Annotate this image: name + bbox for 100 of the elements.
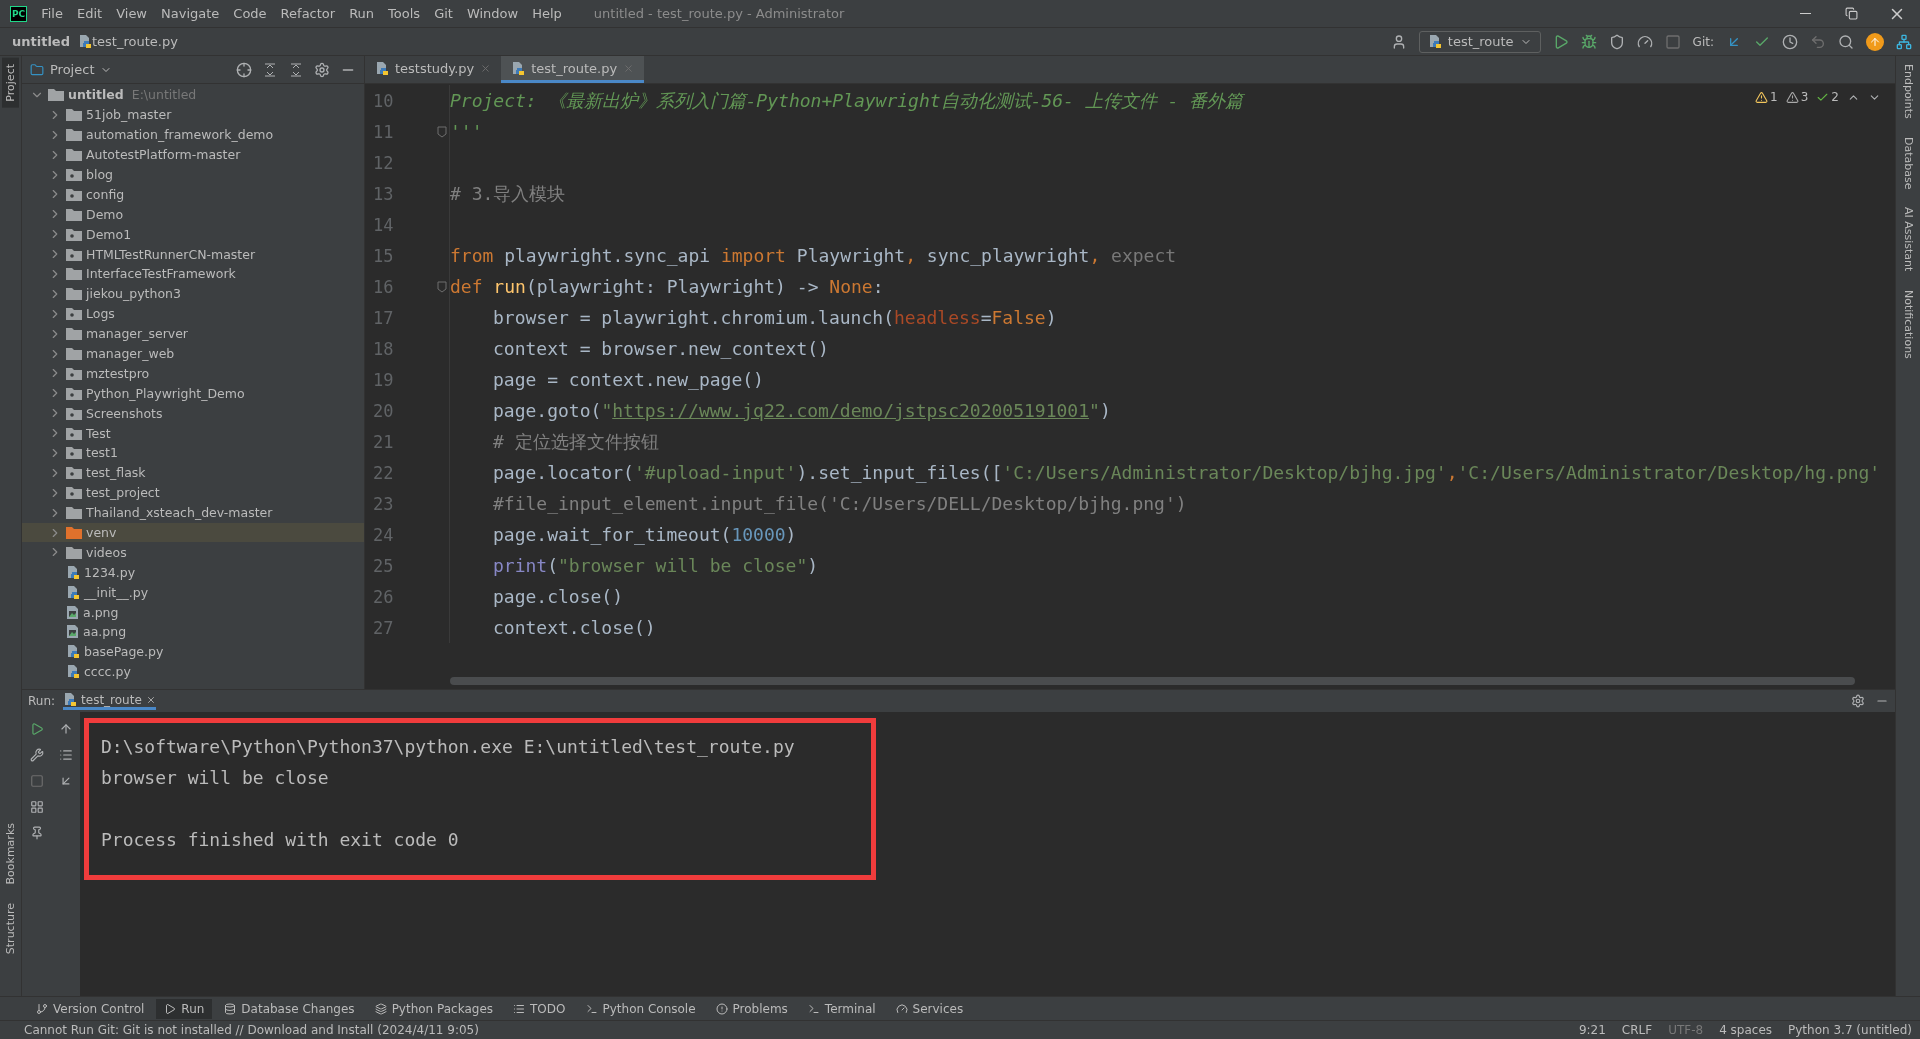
menu-item[interactable]: View — [116, 6, 147, 21]
menu-item[interactable]: Git — [434, 6, 453, 21]
scroll-up-icon[interactable] — [58, 722, 73, 736]
tool-window-tab[interactable]: TODO — [505, 998, 574, 1019]
tool-window-tab[interactable]: AI Assistant — [1899, 201, 1917, 278]
status-item[interactable]: 4 spaces — [1719, 1023, 1773, 1037]
stop-icon[interactable] — [1664, 33, 1681, 50]
menu-item[interactable]: Refactor — [280, 6, 336, 21]
tree-item[interactable]: test_flask — [22, 462, 364, 483]
tree-item[interactable]: Logs — [22, 303, 364, 324]
tree-item[interactable]: venv — [22, 522, 364, 543]
tool-window-tab[interactable]: Python Packages — [366, 998, 502, 1019]
inspection-count[interactable]: 3 — [1800, 90, 1809, 104]
wrench-icon[interactable] — [29, 748, 44, 762]
tree-item[interactable]: test1 — [22, 443, 364, 463]
tool-window-tab[interactable]: Version Control — [28, 998, 153, 1019]
search-icon[interactable] — [1838, 33, 1854, 50]
tree-item[interactable]: jiekou_python3 — [22, 283, 364, 304]
menu-item[interactable]: File — [41, 6, 63, 21]
tool-window-tab[interactable]: Database Changes — [216, 998, 363, 1019]
expand-all-icon[interactable] — [262, 61, 278, 78]
tool-window-tab[interactable]: Notifications — [1899, 283, 1917, 365]
close-icon[interactable] — [145, 694, 156, 705]
menu-item[interactable]: Tools — [388, 6, 421, 21]
tool-window-icon — [807, 1002, 820, 1015]
status-message[interactable]: Cannot Run Git: Git is not installed // Download and Install (2024/4/11 9:05) — [24, 1023, 479, 1037]
tree-item[interactable]: a.png — [22, 602, 364, 623]
status-item[interactable]: 9:21 — [1578, 1023, 1606, 1037]
editor-tab[interactable]: test_route.py — [501, 56, 645, 83]
tool-window-tab[interactable]: Bookmarks — [2, 817, 19, 891]
tool-window-tab[interactable]: Project — [2, 58, 19, 108]
horizontal-scrollbar[interactable] — [450, 677, 1855, 685]
run-config-tab[interactable]: test_route — [63, 692, 156, 710]
code-line: page.locator('#upload-input').set_input_files(['C:/Users/Administrator/Desktop/bjhg.jpg','C:/Users/Administrator/Desktop/hg.png' — [492, 462, 1881, 483]
pin-icon[interactable] — [29, 826, 44, 840]
tree-item[interactable]: untitled E:\untitled — [22, 85, 364, 105]
tool-window-tab[interactable]: Structure — [2, 896, 19, 960]
tree-item[interactable]: basePage.py — [22, 641, 364, 662]
fold-icon[interactable] — [437, 125, 447, 138]
menu-item[interactable]: Navigate — [161, 6, 220, 21]
stop-icon[interactable] — [29, 774, 44, 788]
tree-item[interactable]: manager_web — [22, 343, 364, 364]
coverage-icon[interactable] — [1608, 33, 1625, 50]
tool-window-tab[interactable]: Services — [887, 998, 972, 1019]
tree-item[interactable]: config — [22, 184, 364, 205]
menu-item[interactable]: Code — [233, 6, 267, 21]
menu-item[interactable]: Window — [466, 6, 519, 21]
tree-item[interactable]: Test — [22, 423, 364, 444]
tree-item[interactable]: aa.png — [22, 622, 364, 642]
breadcrumb-item[interactable]: untitled — [12, 34, 70, 49]
tool-window-tab[interactable]: Database — [1899, 130, 1917, 196]
collapse-all-icon[interactable] — [288, 61, 304, 78]
locate-icon[interactable] — [236, 61, 252, 78]
tree-item[interactable]: automation_framework_demo — [22, 124, 364, 145]
run-config-dropdown[interactable]: test_route — [1418, 30, 1541, 53]
tree-item[interactable]: manager_server — [22, 323, 364, 344]
tool-window-tab[interactable]: Terminal — [799, 998, 884, 1019]
layout-icon[interactable] — [29, 800, 44, 814]
tree-item[interactable]: __init__.py — [22, 582, 364, 603]
tree-item[interactable]: AutotestPlatform-master — [22, 144, 364, 165]
tree-item[interactable]: Demo — [22, 204, 364, 225]
profile-icon[interactable] — [1636, 33, 1653, 50]
tree-item[interactable]: cccc.py — [22, 661, 364, 682]
tree-item[interactable]: Screenshots — [22, 403, 364, 424]
status-item[interactable]: CRLF — [1621, 1023, 1653, 1037]
debug-icon[interactable] — [1580, 33, 1597, 50]
plugin-icon[interactable] — [1896, 33, 1912, 50]
undo-icon[interactable] — [1810, 33, 1826, 50]
tree-item[interactable]: 51job_master — [22, 104, 364, 125]
settings-icon[interactable] — [314, 61, 330, 78]
menu-item[interactable]: Run — [349, 6, 375, 21]
tree-item[interactable]: mztestpro — [22, 363, 364, 384]
fold-icon[interactable] — [437, 280, 447, 293]
menu-item[interactable]: Edit — [76, 6, 103, 21]
tree-item[interactable]: InterfaceTestFramework — [22, 264, 364, 284]
breadcrumb-item[interactable]: test_route.py — [92, 34, 178, 49]
rerun-icon[interactable] — [29, 722, 44, 736]
close-icon[interactable] — [480, 62, 492, 74]
tool-window-tab[interactable]: Run — [156, 998, 213, 1019]
tree-item[interactable]: test_project — [22, 482, 364, 503]
menu-item[interactable]: Help — [532, 6, 562, 21]
inspection-count[interactable]: 1 — [1770, 90, 1778, 104]
tool-window-tab[interactable]: Endpoints — [1899, 58, 1917, 125]
tree-item[interactable]: HTMLTestRunnerCN-master — [22, 244, 364, 264]
project-view-selector[interactable]: Project — [30, 62, 113, 77]
tree-item[interactable]: videos — [22, 542, 364, 563]
tool-window-tab[interactable]: Python Console — [577, 998, 704, 1019]
tree-item[interactable]: Thailand_xsteach_dev-master — [22, 502, 364, 523]
status-item[interactable]: Python 3.7 (untitled) — [1788, 1023, 1912, 1037]
update-badge-icon[interactable] — [1866, 32, 1884, 51]
inspection-count[interactable]: 2 — [1831, 90, 1839, 104]
code-line: context.close() — [492, 617, 656, 638]
editor-tab[interactable]: teststudy.py — [365, 56, 502, 83]
tree-item[interactable]: blog — [22, 164, 364, 185]
settings-icon[interactable] — [1851, 694, 1865, 708]
tool-window-tab[interactable]: Problems — [707, 998, 796, 1019]
tree-item[interactable]: Demo1 — [22, 224, 364, 245]
tree-item[interactable]: Python_Playwright_Demo — [22, 383, 364, 404]
tree-item[interactable]: 1234.py — [22, 562, 364, 583]
history-icon[interactable] — [1782, 33, 1798, 50]
